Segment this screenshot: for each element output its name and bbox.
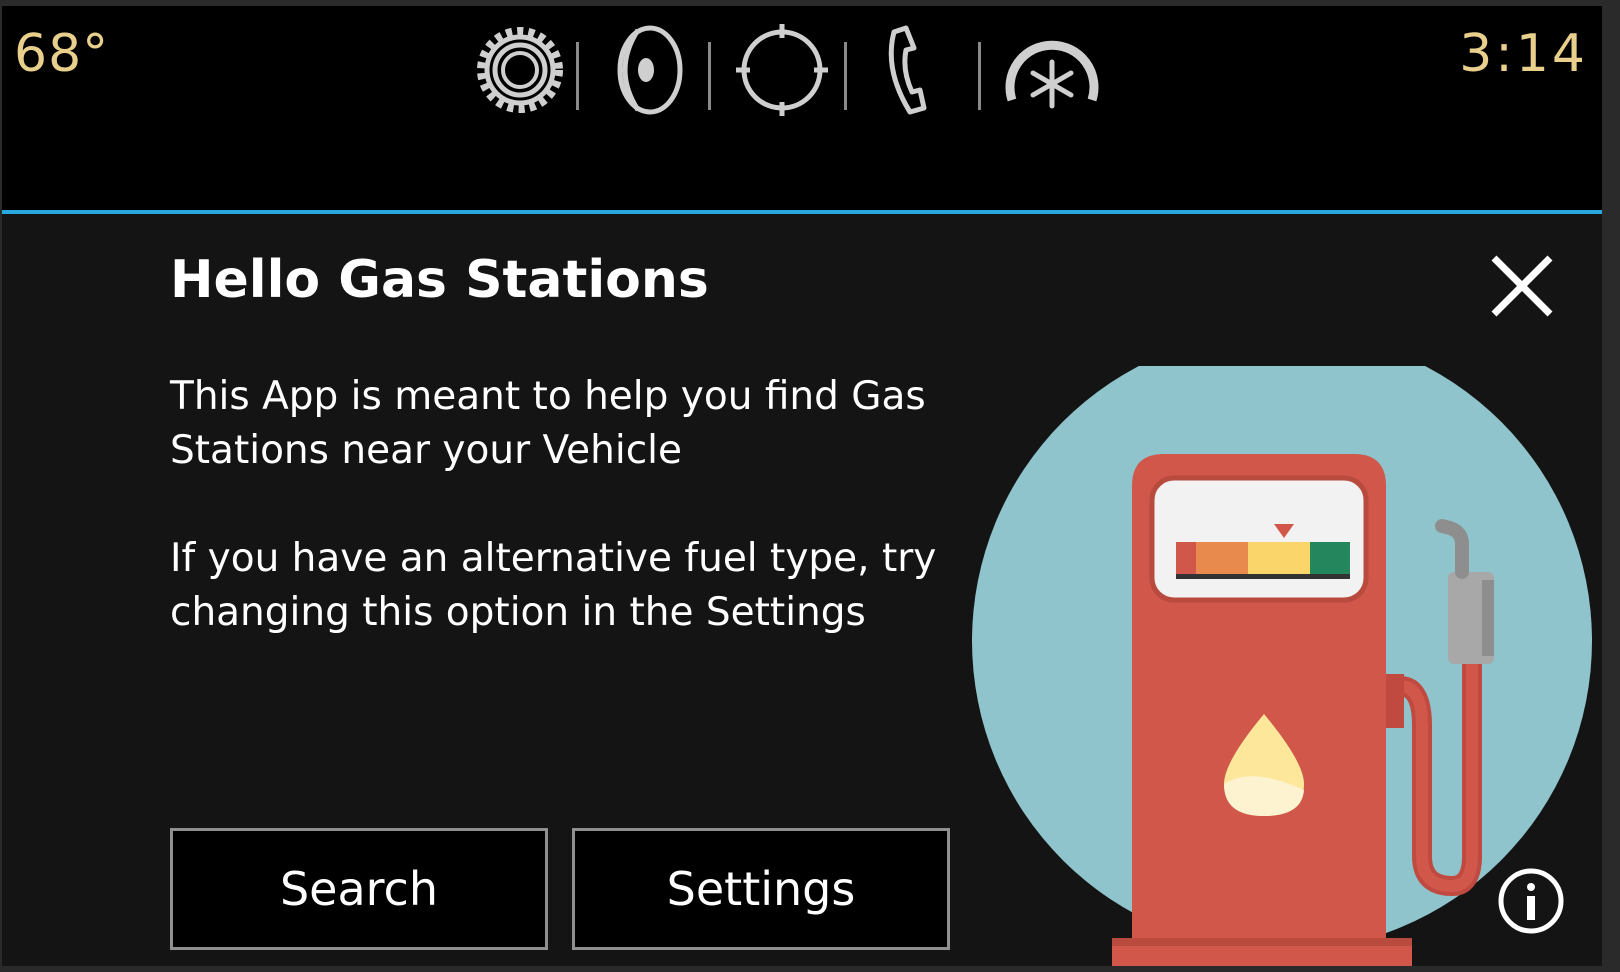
clock: 3:14 <box>1459 24 1588 84</box>
close-button[interactable] <box>1486 250 1558 322</box>
icon-divider <box>844 42 847 110</box>
navigation-icon[interactable] <box>734 20 830 124</box>
icon-divider <box>978 42 981 110</box>
search-button[interactable]: Search <box>170 828 548 950</box>
close-icon <box>1491 255 1553 317</box>
info-icon <box>1498 868 1564 934</box>
status-bar: 68° 3:14 <box>2 6 1602 210</box>
app-window: 68° 3:14 Hello Gas Stations This App is … <box>2 6 1602 966</box>
settings-button[interactable]: Settings <box>572 828 950 950</box>
fuel-type-paragraph: If you have an alternative fuel type, tr… <box>170 536 937 635</box>
accent-divider <box>2 210 1602 214</box>
intro-paragraph: This App is meant to help you find Gas S… <box>170 374 926 473</box>
audio-icon[interactable] <box>608 20 688 124</box>
dialog-title: Hello Gas Stations <box>170 250 709 310</box>
climate-icon[interactable] <box>1002 20 1102 124</box>
temperature-readout: 68° <box>14 24 110 84</box>
settings-gear-icon[interactable] <box>472 20 568 124</box>
quick-access-icons <box>472 20 1132 130</box>
icon-divider <box>576 42 579 110</box>
phone-icon[interactable] <box>876 20 946 124</box>
icon-divider <box>708 42 711 110</box>
info-button[interactable] <box>1496 866 1566 936</box>
